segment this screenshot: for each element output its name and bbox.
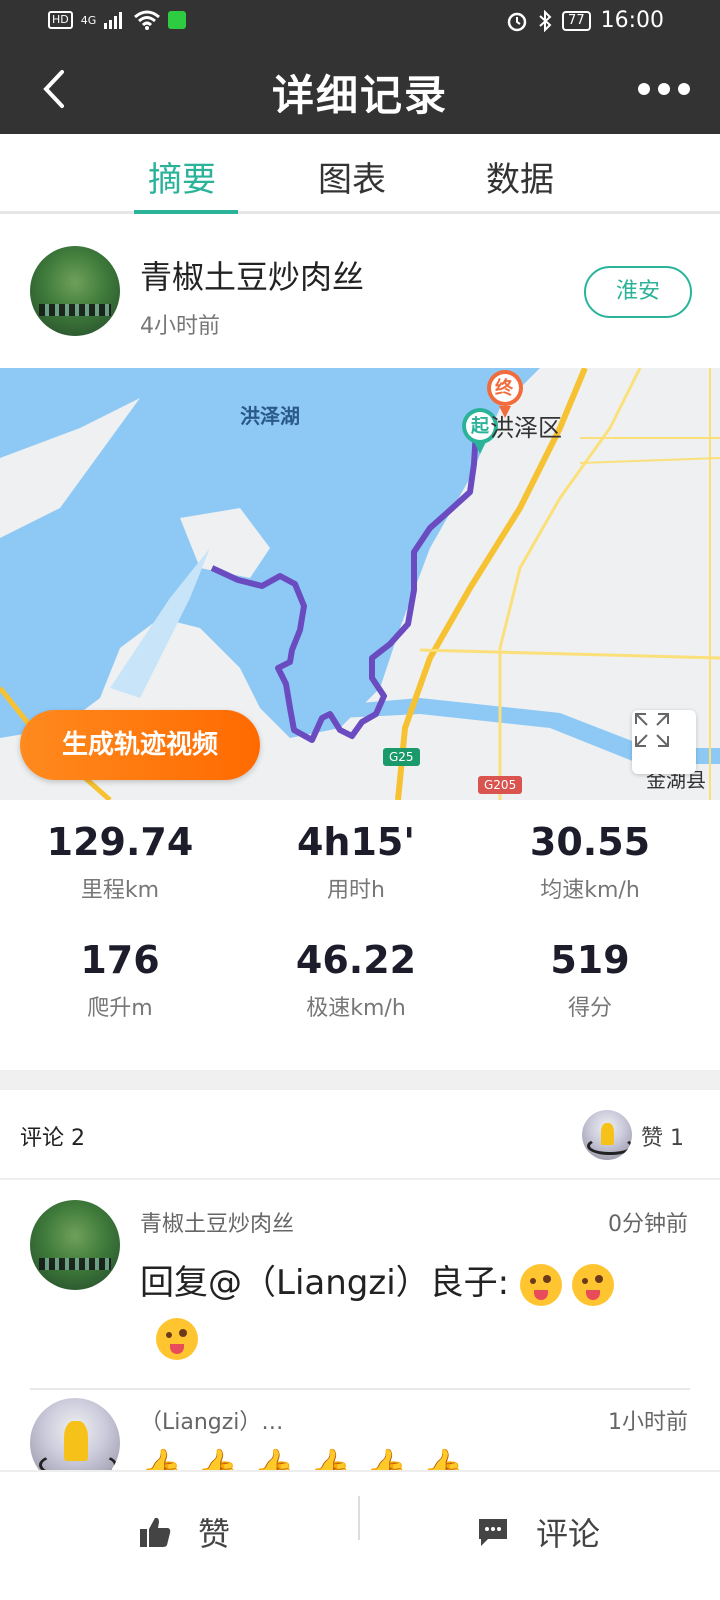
- stat-value: 46.22: [295, 938, 417, 982]
- section-divider: [0, 1070, 720, 1090]
- wink-emoji-icon: [156, 1317, 198, 1360]
- comment-body: 回复@（Liangzi）良子:: [140, 1256, 660, 1364]
- bottom-action-bar: 赞 评论: [0, 1470, 720, 1600]
- comment-item[interactable]: 青椒土豆炒肉丝 0分钟前 回复@（Liangzi）良子:: [0, 1180, 720, 1380]
- route-map[interactable]: 洪泽湖 洪泽区 终 起 G25 G205 金湖县 生成轨迹视频: [0, 368, 720, 800]
- thumbs-up-emoji-icon: 👍: [196, 1447, 239, 1470]
- ride-time: 4小时前: [140, 314, 220, 339]
- comment-author[interactable]: （Liangzi）…: [140, 1404, 283, 1436]
- thumbs-up-emoji-icon: 👍: [421, 1447, 465, 1470]
- stat-label: 爬升m: [87, 996, 153, 1021]
- signal-icon: [104, 12, 123, 29]
- more-dot: [678, 83, 690, 95]
- battery-icon: 77: [562, 10, 591, 31]
- comment-body: 👍 👍 👍 👍 👍 👍: [140, 1440, 660, 1470]
- fullscreen-button[interactable]: [632, 710, 696, 774]
- comment-bubble-icon: [479, 1519, 507, 1546]
- likes-count[interactable]: 赞 1: [641, 1120, 684, 1152]
- comment-label: 评论: [536, 1515, 601, 1553]
- more-button[interactable]: [636, 74, 692, 104]
- ride-owner: 青椒土豆炒肉丝 4小时前 淮安: [0, 218, 720, 368]
- wink-emoji-icon: [519, 1263, 562, 1306]
- comment-author[interactable]: 青椒土豆炒肉丝: [140, 1206, 294, 1238]
- expand-icon: [635, 713, 669, 747]
- stat-label: 用时h: [327, 878, 385, 903]
- thumbs-up-emoji-icon: 👍: [309, 1447, 352, 1470]
- bottom-bar-separator: [358, 1496, 360, 1540]
- stat-elevation: 176 爬升m: [0, 938, 240, 1022]
- tab-summary[interactable]: 摘要: [148, 152, 216, 201]
- bluetooth-icon: [539, 9, 552, 32]
- comment-text: 回复@（Liangzi）良子:: [140, 1263, 520, 1303]
- comments-header: 评论 2 赞 1: [0, 1090, 720, 1180]
- thumbs-up-emoji-icon: 👍: [140, 1447, 183, 1470]
- thumbs-up-icon: [140, 1517, 171, 1547]
- alarm-icon: [507, 12, 527, 31]
- tab-charts[interactable]: 图表: [318, 152, 386, 201]
- more-dots-icon: [638, 83, 650, 95]
- road-badge-g205: G205: [478, 776, 523, 794]
- avatar[interactable]: [30, 1200, 120, 1290]
- avatar[interactable]: [30, 1398, 120, 1470]
- network-gen-label: 4G: [80, 13, 97, 27]
- liker-avatar[interactable]: [582, 1110, 632, 1160]
- tab-bar: 摘要 图表 数据: [0, 134, 720, 214]
- like-label: 赞: [198, 1515, 231, 1553]
- more-dot: [658, 83, 670, 95]
- status-left: HD 4G: [48, 10, 187, 30]
- clock: 16:00: [600, 8, 664, 33]
- hd-badge: HD: [48, 11, 73, 29]
- comment-time: 0分钟前: [608, 1212, 688, 1237]
- stat-max-speed: 46.22 极速km/h: [236, 938, 476, 1022]
- wink-emoji-icon: [571, 1263, 614, 1306]
- comment-time: 1小时前: [608, 1410, 688, 1435]
- status-right: 77 16:00: [506, 8, 664, 33]
- tab-active-indicator: [134, 210, 238, 214]
- page-title: 详细记录: [271, 71, 448, 120]
- comment-button[interactable]: 评论: [476, 1502, 600, 1562]
- road-badge-g25: G25: [383, 748, 420, 766]
- stat-label: 极速km/h: [306, 996, 406, 1021]
- like-button[interactable]: 赞: [138, 1502, 230, 1562]
- start-marker-label: 起: [471, 416, 489, 437]
- stat-value: 30.55: [529, 820, 651, 864]
- district-label: 洪泽区: [490, 414, 562, 442]
- status-bar: HD 4G 77 16:00: [0, 0, 720, 44]
- wifi-icon: [134, 10, 161, 30]
- stat-value: 4h15': [296, 820, 415, 864]
- avatar[interactable]: [30, 246, 120, 336]
- tab-data[interactable]: 数据: [486, 152, 554, 201]
- comment-item[interactable]: （Liangzi）… 1小时前 👍 👍 👍 👍 👍 👍: [0, 1378, 720, 1470]
- city-button[interactable]: 淮安: [584, 266, 692, 318]
- thumbs-up-emoji-icon: 👍: [252, 1447, 296, 1470]
- ride-stats: 129.74 里程km 4h15' 用时h 30.55 均速km/h 176 爬…: [0, 800, 720, 1070]
- stat-value: 519: [550, 938, 630, 982]
- comments-count: 评论 2: [20, 1126, 85, 1151]
- title-bar: 详细记录: [0, 44, 720, 134]
- stat-duration: 4h15' 用时h: [236, 820, 476, 904]
- stat-label: 里程km: [80, 878, 160, 903]
- generate-track-video-button[interactable]: 生成轨迹视频: [20, 710, 260, 780]
- stat-avg-speed: 30.55 均速km/h: [470, 820, 710, 904]
- owner-name[interactable]: 青椒土豆炒肉丝: [140, 252, 364, 298]
- end-marker-label: 终: [495, 378, 513, 399]
- stat-label: 得分: [567, 996, 612, 1021]
- lake-label: 洪泽湖: [240, 404, 300, 428]
- stat-value: 129.74: [46, 820, 194, 864]
- stat-label: 均速km/h: [540, 878, 640, 903]
- stat-score: 519 得分: [470, 938, 710, 1022]
- stat-distance: 129.74 里程km: [0, 820, 240, 904]
- vpn-icon: [168, 11, 187, 29]
- stat-value: 176: [80, 938, 160, 982]
- thumbs-up-emoji-icon: 👍: [365, 1447, 408, 1470]
